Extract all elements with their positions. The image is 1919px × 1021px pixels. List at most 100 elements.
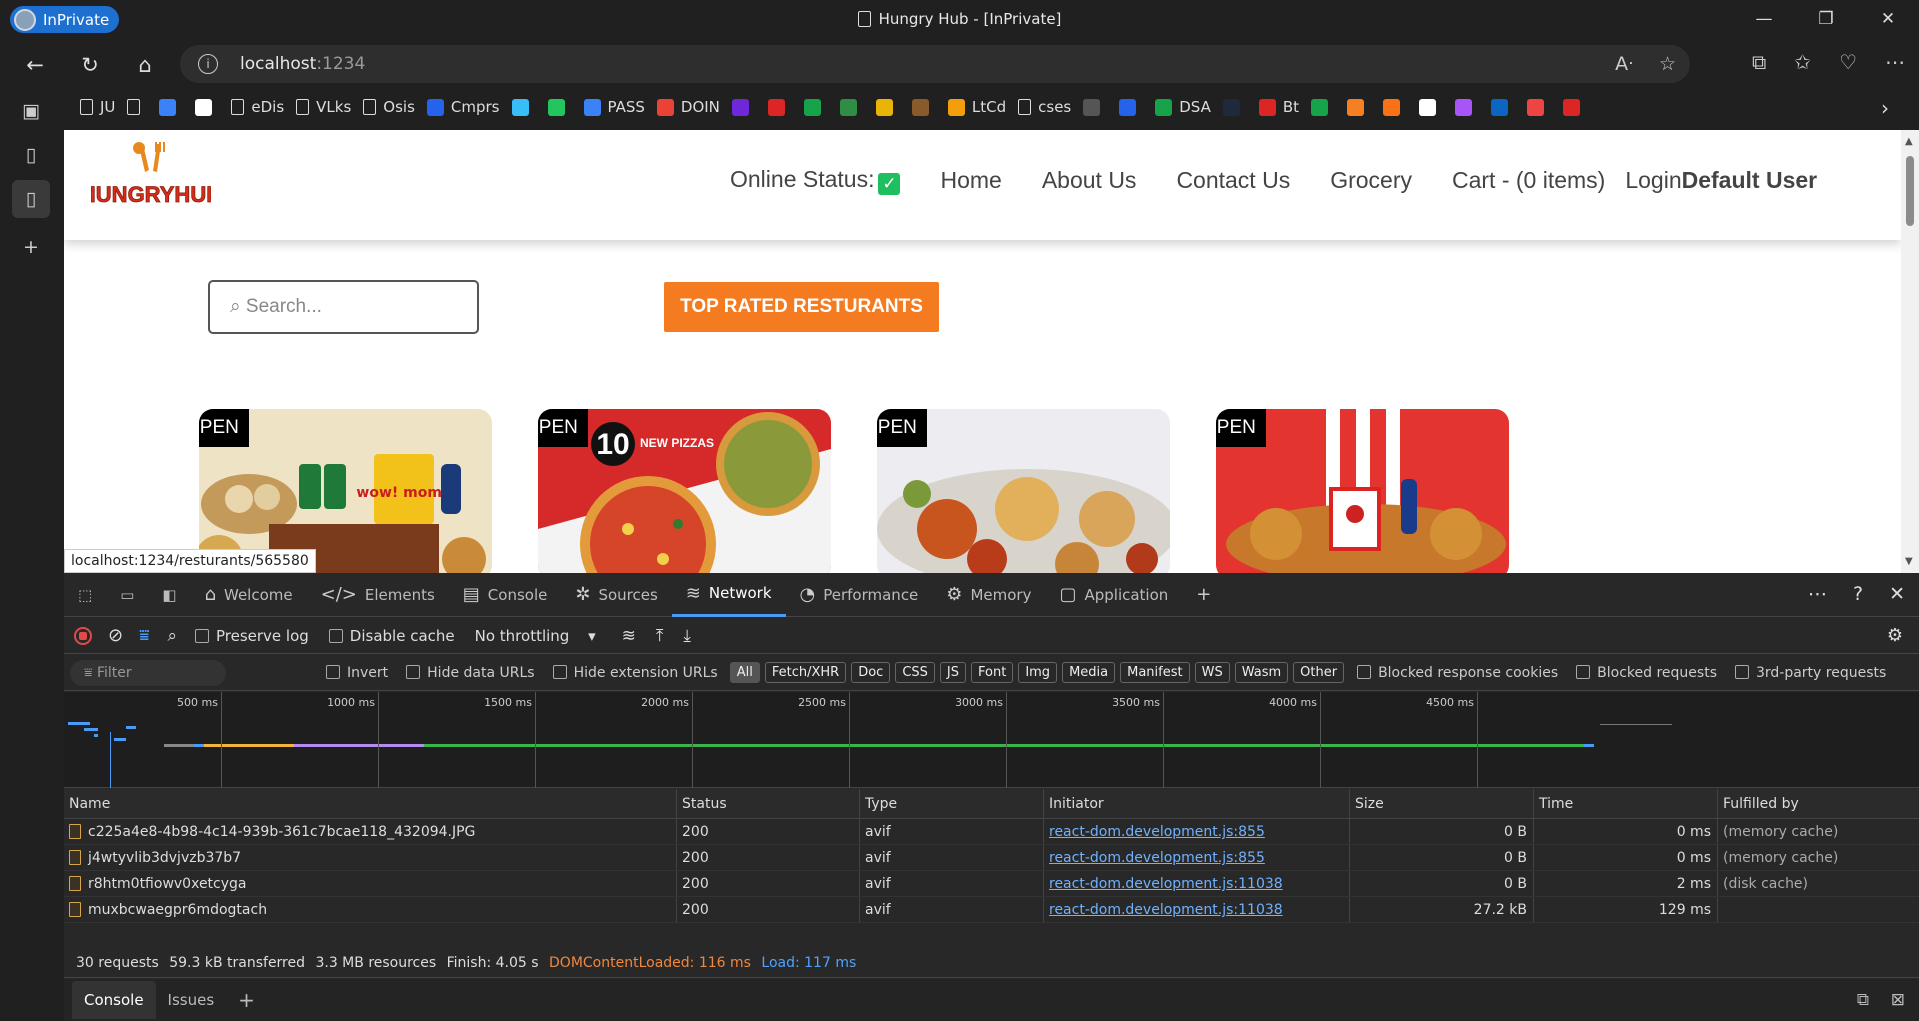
devtools-tab-network[interactable]: ≋ Network xyxy=(671,573,786,617)
bookmark-item[interactable]: Osis xyxy=(359,92,423,122)
drawer-tab-issues[interactable]: Issues xyxy=(156,981,227,1019)
scroll-up-icon[interactable]: ▲ xyxy=(1905,136,1913,147)
bookmark-item[interactable] xyxy=(1415,92,1451,122)
help-icon[interactable]: ? xyxy=(1853,583,1863,605)
close-devtools-icon[interactable]: ✕ xyxy=(1889,583,1905,605)
blocked-requests-checkbox[interactable]: Blocked requests xyxy=(1576,664,1717,681)
bookmark-item[interactable] xyxy=(1487,92,1523,122)
scrollbar-thumb[interactable] xyxy=(1906,156,1914,226)
bookmark-item[interactable] xyxy=(191,92,227,122)
bookmark-item[interactable]: cses xyxy=(1014,92,1079,122)
filter-type-img[interactable]: Img xyxy=(1018,662,1058,683)
bookmark-item[interactable] xyxy=(1115,92,1151,122)
bookmark-item[interactable] xyxy=(764,92,800,122)
minimize-button[interactable]: — xyxy=(1733,0,1795,38)
bookmark-item[interactable] xyxy=(123,92,155,122)
bookmark-item[interactable] xyxy=(872,92,908,122)
bookmark-item[interactable] xyxy=(1343,92,1379,122)
dock-icon[interactable]: ◧ xyxy=(148,573,190,617)
filter-type-ws[interactable]: WS xyxy=(1194,662,1230,683)
restaurant-card[interactable]: OPEN 10 NEW PIZZAS xyxy=(538,409,831,573)
restore-button[interactable]: ❐ xyxy=(1795,0,1857,38)
column-header[interactable]: Fulfilled by xyxy=(1718,789,1898,818)
drawer-tab-console[interactable]: Console xyxy=(72,981,156,1019)
cell-initiator[interactable]: react-dom.development.js:11038 xyxy=(1044,871,1350,896)
record-icon[interactable] xyxy=(74,626,92,645)
filter-toggle-icon[interactable]: ⩸ xyxy=(139,626,149,646)
bookmark-item[interactable] xyxy=(155,92,191,122)
column-header[interactable]: Initiator xyxy=(1044,789,1350,818)
filter-type-other[interactable]: Other xyxy=(1293,662,1345,683)
filter-type-media[interactable]: Media xyxy=(1062,662,1116,683)
settings-gear-icon[interactable]: ⚙ xyxy=(1887,625,1903,646)
hide-extension-urls-checkbox[interactable]: Hide extension URLs xyxy=(552,664,718,681)
new-tab-icon[interactable]: + xyxy=(16,232,46,262)
bookmark-item[interactable] xyxy=(1219,92,1255,122)
refresh-icon[interactable]: ↻ xyxy=(75,50,105,80)
devtools-tab-sources[interactable]: ✲ Sources xyxy=(561,573,671,617)
devtools-tab-application[interactable]: ▢ Application xyxy=(1045,573,1182,617)
bookmark-item[interactable] xyxy=(1559,92,1595,122)
search-icon[interactable]: ⌕ xyxy=(167,626,177,646)
bookmark-item[interactable] xyxy=(908,92,944,122)
bookmark-item[interactable]: Cmprs xyxy=(423,92,508,122)
restaurant-card[interactable]: OPEN xyxy=(1216,409,1509,573)
filter-type-manifest[interactable]: Manifest xyxy=(1120,662,1190,683)
top-rated-button[interactable]: TOP RATED RESTURANTS xyxy=(664,282,939,332)
bookmark-item[interactable] xyxy=(508,92,544,122)
import-har-icon[interactable]: ⤒ xyxy=(656,626,664,646)
inspect-icon[interactable]: ⬚ xyxy=(64,573,106,617)
search-input[interactable]: ⌕ Search... xyxy=(208,280,479,334)
bookmark-item[interactable] xyxy=(1079,92,1115,122)
split-screen-icon[interactable]: ⧉ xyxy=(1752,50,1766,74)
filter-type-all[interactable]: All xyxy=(729,662,760,683)
nav-cart[interactable]: Cart - (0 items) xyxy=(1452,167,1605,194)
hide-data-urls-checkbox[interactable]: Hide data URLs xyxy=(406,664,535,681)
devtools-tab-console[interactable]: ▤ Console xyxy=(449,573,562,617)
home-icon[interactable]: ⌂ xyxy=(130,50,160,80)
filter-type-fetchxhr[interactable]: Fetch/XHR xyxy=(764,662,847,683)
filter-type-css[interactable]: CSS xyxy=(895,662,935,683)
quick-view-icon[interactable]: ⧉ xyxy=(1857,990,1869,1010)
hungry-hub-logo[interactable]: HUNGRYHUB xyxy=(91,140,211,224)
address-bar[interactable]: i localhost:1234 Aᐧ ☆ xyxy=(180,45,1690,83)
nav-home[interactable]: Home xyxy=(940,167,1001,194)
bookmark-item[interactable]: LtCd xyxy=(944,92,1014,122)
cell-initiator[interactable]: react-dom.development.js:855 xyxy=(1044,819,1350,844)
device-emulation-icon[interactable]: ▭ xyxy=(106,573,148,617)
bookmark-item[interactable]: PASS xyxy=(580,92,653,122)
tab-page-icon[interactable]: ▯ xyxy=(16,140,46,170)
cell-initiator[interactable]: react-dom.development.js:11038 xyxy=(1044,897,1350,922)
bookmark-item[interactable] xyxy=(1523,92,1559,122)
tab-active-page-icon[interactable]: ▯ xyxy=(12,180,50,218)
table-row[interactable]: c225a4e8-4b98-4c14-939b-361c7bcae118_432… xyxy=(64,819,1919,845)
bookmark-item[interactable]: DSA xyxy=(1151,92,1219,122)
site-info-icon[interactable]: i xyxy=(198,54,218,74)
more-options-icon[interactable]: ⋯ xyxy=(1885,50,1905,74)
filter-type-doc[interactable]: Doc xyxy=(851,662,891,683)
bookmark-item[interactable] xyxy=(1379,92,1415,122)
devtools-tab-elements[interactable]: </> Elements xyxy=(307,573,449,617)
bookmark-item[interactable] xyxy=(1307,92,1343,122)
preserve-log-checkbox[interactable]: Preserve log xyxy=(194,627,309,645)
bookmark-item[interactable]: Bt xyxy=(1255,92,1307,122)
column-header[interactable]: Time xyxy=(1534,789,1718,818)
bookmark-item[interactable]: JU xyxy=(76,92,123,122)
filter-type-js[interactable]: JS xyxy=(939,662,966,683)
blocked-cookies-checkbox[interactable]: Blocked response cookies xyxy=(1357,664,1558,681)
bookmark-item[interactable] xyxy=(800,92,836,122)
table-row[interactable]: r8htm0tfiowv0xetcyga 200 avif react-dom.dev… xyxy=(64,871,1919,897)
scroll-down-icon[interactable]: ▼ xyxy=(1905,556,1913,567)
export-har-icon[interactable]: ⤓ xyxy=(683,626,691,646)
page-scrollbar[interactable]: ▲ ▼ xyxy=(1901,130,1919,573)
favorites-icon[interactable]: ✩ xyxy=(1794,50,1811,74)
restaurant-card[interactable]: OPEN xyxy=(877,409,1170,573)
bookmark-item[interactable]: DOIN xyxy=(653,92,728,122)
filter-type-font[interactable]: Font xyxy=(971,662,1014,683)
chevron-right-icon[interactable]: › xyxy=(1881,96,1889,120)
nav-about[interactable]: About Us xyxy=(1042,167,1137,194)
column-header[interactable]: Status xyxy=(677,789,860,818)
drawer-add-icon[interactable]: + xyxy=(226,981,267,1019)
back-icon[interactable]: ← xyxy=(20,50,50,80)
table-row[interactable]: muxbcwaegpr6mdogtach 200 avif react-dom.dev… xyxy=(64,897,1919,923)
